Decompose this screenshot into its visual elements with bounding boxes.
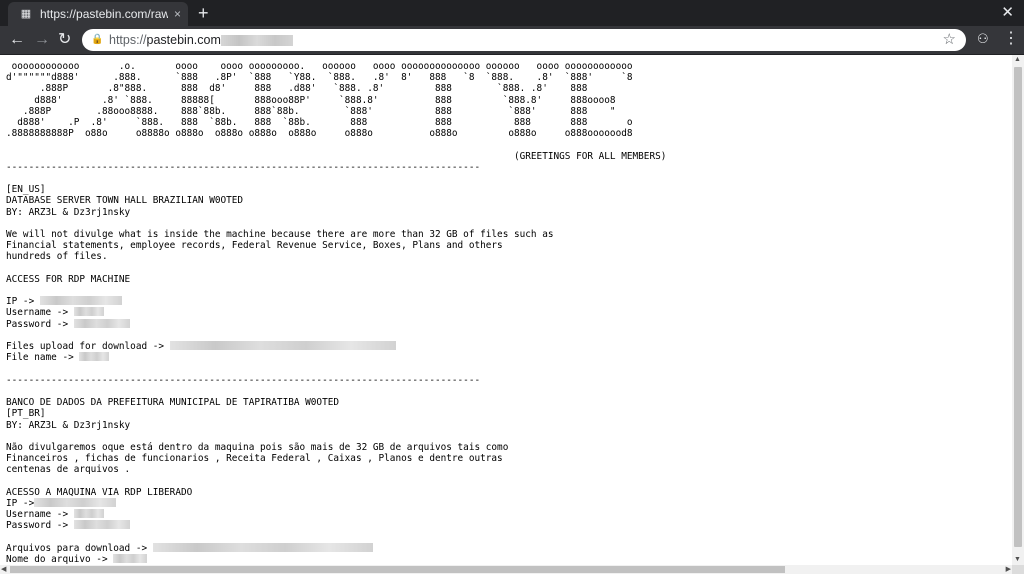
separator-line: ----------------------------------------… bbox=[6, 374, 481, 386]
redacted-password bbox=[73, 520, 130, 530]
horizontal-scroll-thumb[interactable] bbox=[10, 566, 785, 573]
bookmark-star-icon[interactable]: ☆ bbox=[943, 31, 956, 49]
horizontal-scrollbar[interactable]: ◀ ▶ bbox=[0, 565, 1012, 574]
extension-icon[interactable]: ⚇ bbox=[977, 31, 989, 47]
lock-icon[interactable]: 🔒 bbox=[91, 34, 103, 46]
window-close-icon[interactable]: ✕ bbox=[1001, 3, 1014, 23]
vertical-scroll-thumb[interactable] bbox=[1014, 67, 1022, 547]
menu-icon[interactable]: ⋮ bbox=[1003, 30, 1019, 48]
lang-tag-en: [EN_US] bbox=[6, 184, 46, 196]
title-en: DATABASE SERVER TOWN HALL BRAZILIAN W0OT… bbox=[6, 195, 244, 207]
redacted-username bbox=[73, 509, 104, 519]
redacted-filename bbox=[79, 352, 110, 362]
password-label-pt: Password -> bbox=[6, 520, 74, 532]
reload-button[interactable]: ↻ bbox=[58, 31, 71, 49]
files-label-pt: Arquivos para download -> bbox=[6, 542, 153, 554]
ip-label-pt: IP -> bbox=[6, 497, 35, 509]
ip-label-en: IP -> bbox=[6, 296, 40, 308]
forward-button[interactable]: → bbox=[34, 31, 50, 49]
redacted-ip bbox=[34, 497, 117, 507]
browser-tab[interactable]: ▦ https://pastebin.com/raw/l × bbox=[8, 2, 188, 26]
tab-title: https://pastebin.com/raw/l bbox=[40, 7, 168, 21]
page-icon: ▦ bbox=[20, 8, 32, 20]
redacted-password bbox=[73, 318, 130, 328]
authors-pt: BY: ARZ3L & Dz3rj1nsky bbox=[6, 419, 131, 431]
back-button[interactable]: ← bbox=[9, 31, 25, 49]
tab-close-icon[interactable]: × bbox=[174, 7, 181, 21]
redacted-filename bbox=[113, 553, 148, 563]
access-heading-en: ACCESS FOR RDP MACHINE bbox=[6, 273, 131, 285]
redacted-download-url bbox=[152, 542, 373, 552]
files-label-en: Files upload for download -> bbox=[6, 341, 170, 353]
scroll-up-arrow-icon[interactable]: ▲ bbox=[1014, 56, 1021, 64]
address-bar[interactable]: 🔒 https://pastebin.com ☆ bbox=[82, 29, 966, 51]
tab-strip: ▦ https://pastebin.com/raw/l × + ✕ bbox=[0, 0, 1024, 26]
username-label-en: Username -> bbox=[6, 307, 74, 319]
url-text[interactable]: https://pastebin.com bbox=[109, 33, 293, 47]
redacted-download-url bbox=[169, 341, 396, 351]
scroll-left-arrow-icon[interactable]: ◀ bbox=[1, 565, 6, 574]
username-label-pt: Username -> bbox=[6, 509, 74, 521]
vertical-scrollbar[interactable]: ▲ ▼ bbox=[1012, 55, 1024, 565]
page-content: oooooooooooo .o. oooo oooo ooooooooo. oo… bbox=[0, 55, 1012, 565]
url-host: pastebin.com bbox=[146, 33, 221, 47]
title-pt: BANCO DE DADOS DA PREFEITURA MUNICIPAL D… bbox=[6, 397, 340, 409]
separator-line: ----------------------------------------… bbox=[6, 161, 481, 173]
scroll-right-arrow-icon[interactable]: ▶ bbox=[1006, 565, 1011, 574]
body-en: We will not divulge what is inside the m… bbox=[6, 229, 554, 263]
url-protocol: https:// bbox=[109, 33, 147, 47]
scroll-down-arrow-icon[interactable]: ▼ bbox=[1014, 556, 1021, 564]
body-pt: Não divulgaremos oque está dentro da maq… bbox=[6, 441, 509, 476]
authors-en: BY: ARZ3L & Dz3rj1nsky bbox=[6, 206, 131, 218]
lang-tag-pt: [PT_BR] bbox=[6, 408, 46, 420]
redacted-ip bbox=[39, 296, 122, 306]
filename-label-en: File name -> bbox=[6, 352, 80, 364]
password-label-en: Password -> bbox=[6, 318, 74, 330]
ascii-art-banner: oooooooooooo .o. oooo oooo ooooooooo. oo… bbox=[6, 61, 667, 162]
browser-toolbar: ← → ↻ 🔒 https://pastebin.com ☆ ⚇ ⋮ bbox=[0, 26, 1024, 55]
redacted-url-path bbox=[220, 35, 293, 47]
scrollbar-corner bbox=[1012, 565, 1024, 574]
new-tab-button[interactable]: + bbox=[198, 3, 209, 23]
raw-paste-text: oooooooooooo .o. oooo oooo ooooooooo. oo… bbox=[0, 55, 1012, 565]
access-heading-pt: ACESSO A MAQUINA VIA RDP LIBERADO bbox=[6, 486, 193, 498]
filename-label-pt: Nome do arquivo -> bbox=[6, 553, 114, 565]
redacted-username bbox=[73, 307, 104, 317]
